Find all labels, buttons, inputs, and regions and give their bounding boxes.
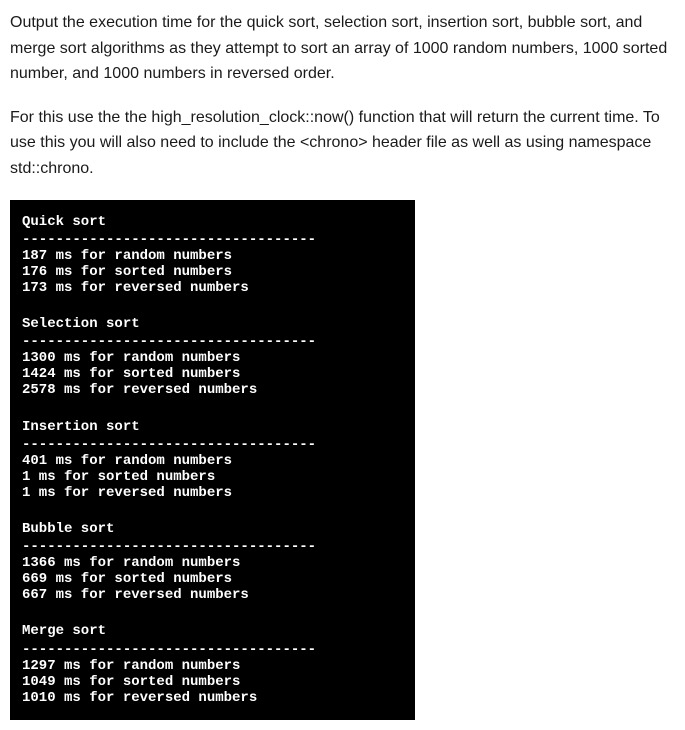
terminal-divider: ----------------------------------- bbox=[22, 642, 403, 658]
terminal-divider: ----------------------------------- bbox=[22, 539, 403, 555]
terminal-blank bbox=[22, 401, 403, 415]
terminal-title: Selection sort bbox=[22, 312, 403, 334]
description-para-2: For this use the the high_resolution_clo… bbox=[10, 105, 675, 182]
terminal-line: 2578 ms for reversed numbers bbox=[22, 382, 403, 398]
terminal-section-bubble-sort: Bubble sort ----------------------------… bbox=[22, 517, 403, 603]
terminal-line: 1424 ms for sorted numbers bbox=[22, 366, 403, 382]
terminal-title: Quick sort bbox=[22, 210, 403, 232]
terminal-section-selection-sort: Selection sort -------------------------… bbox=[22, 312, 403, 398]
terminal-blank bbox=[22, 298, 403, 312]
terminal-line: 1300 ms for random numbers bbox=[22, 350, 403, 366]
terminal-divider: ----------------------------------- bbox=[22, 437, 403, 453]
terminal-line: 1366 ms for random numbers bbox=[22, 555, 403, 571]
description-para-1: Output the execution time for the quick … bbox=[10, 10, 675, 87]
terminal-line: 173 ms for reversed numbers bbox=[22, 280, 403, 296]
terminal-divider: ----------------------------------- bbox=[22, 232, 403, 248]
terminal-output: Quick sort -----------------------------… bbox=[10, 200, 415, 720]
terminal-line: 667 ms for reversed numbers bbox=[22, 587, 403, 603]
terminal-line: 1010 ms for reversed numbers bbox=[22, 690, 403, 706]
terminal-blank bbox=[22, 503, 403, 517]
terminal-line: 1049 ms for sorted numbers bbox=[22, 674, 403, 690]
terminal-title: Bubble sort bbox=[22, 517, 403, 539]
terminal-line: 401 ms for random numbers bbox=[22, 453, 403, 469]
problem-description: Output the execution time for the quick … bbox=[10, 10, 675, 182]
terminal-divider: ----------------------------------- bbox=[22, 334, 403, 350]
terminal-title: Insertion sort bbox=[22, 415, 403, 437]
terminal-line: 1 ms for reversed numbers bbox=[22, 485, 403, 501]
terminal-blank bbox=[22, 605, 403, 619]
terminal-line: 1297 ms for random numbers bbox=[22, 658, 403, 674]
terminal-line: 176 ms for sorted numbers bbox=[22, 264, 403, 280]
terminal-line: 187 ms for random numbers bbox=[22, 248, 403, 264]
terminal-title: Merge sort bbox=[22, 619, 403, 641]
terminal-section-quick-sort: Quick sort -----------------------------… bbox=[22, 210, 403, 296]
terminal-line: 1 ms for sorted numbers bbox=[22, 469, 403, 485]
terminal-line: 669 ms for sorted numbers bbox=[22, 571, 403, 587]
terminal-section-merge-sort: Merge sort -----------------------------… bbox=[22, 619, 403, 705]
terminal-section-insertion-sort: Insertion sort -------------------------… bbox=[22, 415, 403, 501]
